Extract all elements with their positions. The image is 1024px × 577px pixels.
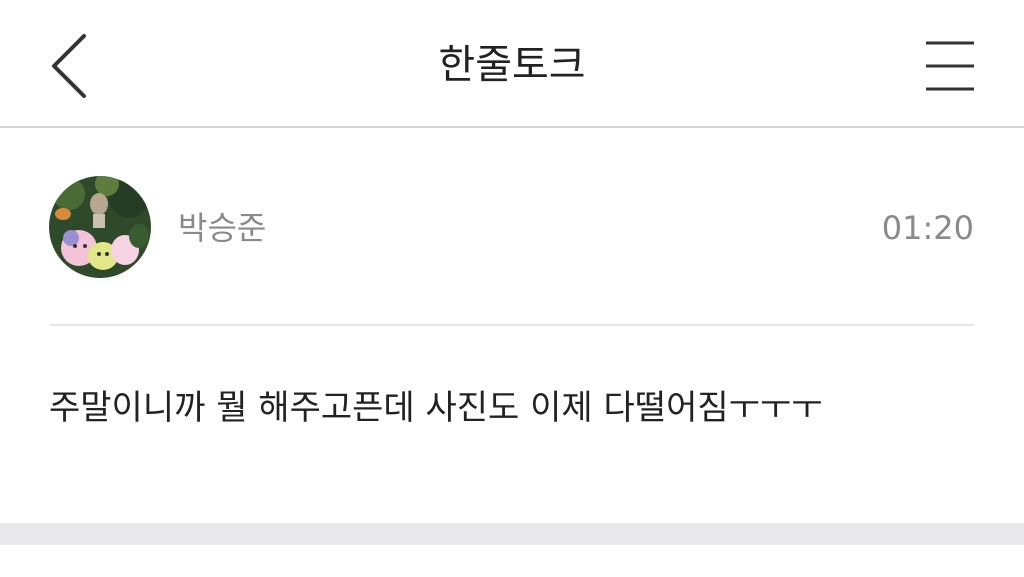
message-text: 주말이니까 뭘 해주고픈데 사진도 이제 다떨어짐ㅜㅜㅜ	[49, 388, 823, 428]
talk-post: 박승준 01:20 주말이니까 뭘 해주고픈데 사진도 이제 다떨어짐ㅜㅜㅜ	[0, 128, 1024, 523]
hamburger-menu-icon	[926, 41, 974, 91]
next-section	[0, 545, 1024, 577]
top-navigation-bar: 한줄토크	[0, 0, 1024, 128]
avatar[interactable]	[49, 176, 151, 278]
author-name: 박승준	[178, 209, 267, 247]
menu-button[interactable]	[918, 38, 982, 96]
avatar-image	[49, 176, 151, 278]
section-separator	[0, 523, 1024, 545]
page-title: 한줄토크	[438, 42, 586, 88]
divider	[50, 324, 974, 326]
post-time: 01:20	[881, 209, 974, 247]
